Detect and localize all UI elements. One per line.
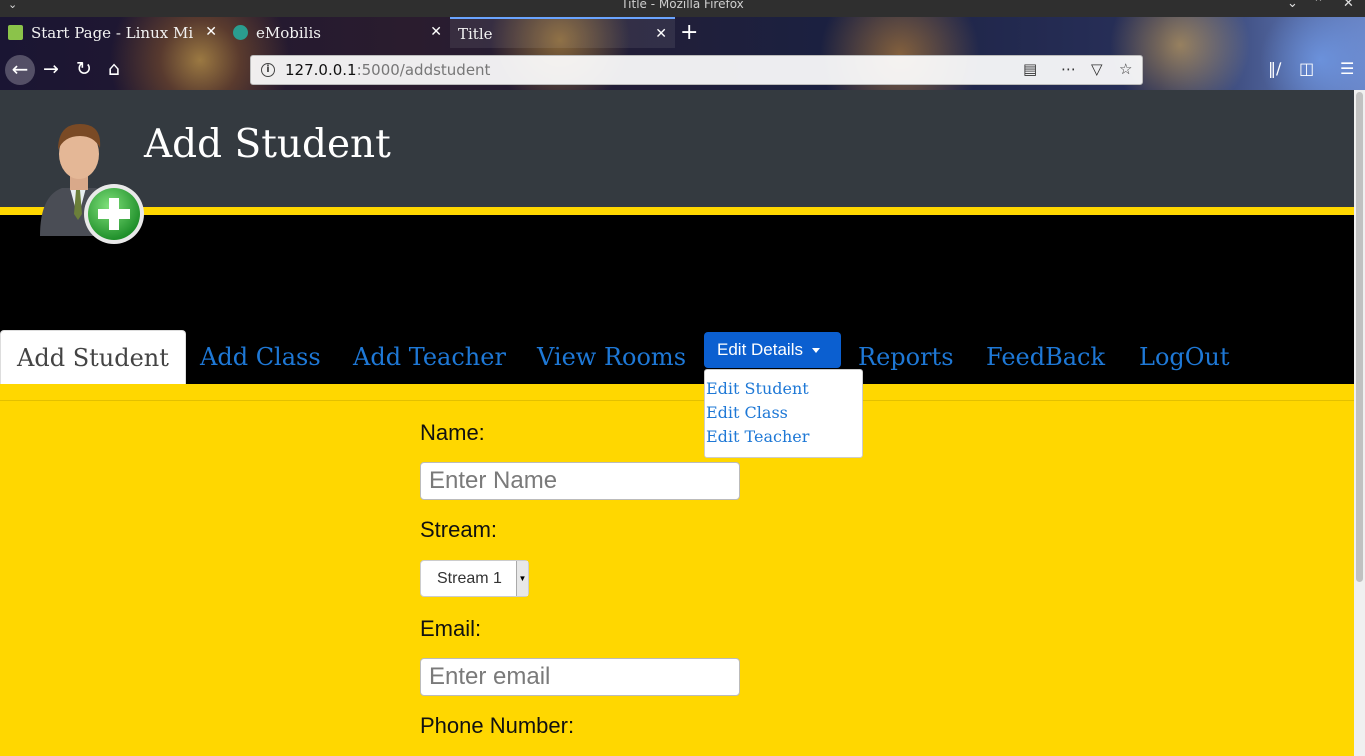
phone-label: Phone Number:	[420, 713, 575, 738]
sidebar-icon[interactable]: ◫	[1299, 59, 1314, 78]
library-icon[interactable]: ‖∕	[1268, 59, 1281, 78]
menu-edit-teacher[interactable]: Edit Teacher	[705, 425, 862, 449]
menu-edit-student[interactable]: Edit Student	[705, 377, 862, 401]
nav-add-class[interactable]: Add Class	[200, 330, 321, 384]
nav-logout[interactable]: LogOut	[1139, 330, 1230, 384]
bookmark-star-icon[interactable]: ☆	[1119, 60, 1132, 78]
edit-details-dropdown[interactable]: Edit Details	[704, 332, 841, 368]
page-scrollbar[interactable]	[1354, 90, 1365, 756]
nav-add-student[interactable]: Add Student	[0, 330, 186, 384]
nav-view-rooms[interactable]: View Rooms	[537, 330, 686, 384]
tab-label: Start Page - Linux Mi	[31, 23, 194, 42]
select-arrow-icon: ▼	[516, 561, 528, 596]
dropdown-label: Edit Details	[717, 340, 803, 359]
tab-start-page[interactable]: Start Page - Linux Mi ✕	[0, 17, 225, 48]
reload-icon[interactable]: ↻	[76, 58, 92, 80]
tab-title[interactable]: Title ✕	[450, 17, 675, 48]
nav-add-teacher[interactable]: Add Teacher	[353, 330, 506, 384]
page-viewport: Add Student Add Student Add Class Add Te…	[0, 90, 1354, 756]
menu-edit-class[interactable]: Edit Class	[705, 401, 862, 425]
tab-label: Title	[458, 24, 493, 43]
stream-value: Stream 1	[437, 569, 502, 587]
maximize-icon[interactable]: ⌃	[1313, 0, 1324, 11]
url-path: :5000/addstudent	[356, 61, 491, 79]
forward-arrow-icon[interactable]: →	[43, 58, 59, 80]
close-tab-icon[interactable]: ✕	[205, 24, 217, 40]
email-label: Email:	[420, 616, 482, 641]
linux-mint-icon	[8, 25, 23, 40]
page-actions-icon[interactable]: ⋯	[1061, 60, 1076, 78]
divider	[0, 400, 1354, 401]
tab-label: eMobilis	[256, 23, 321, 42]
nav-feedback[interactable]: FeedBack	[986, 330, 1105, 384]
globe-icon	[233, 25, 248, 40]
edit-details-menu: Edit Student Edit Class Edit Teacher	[704, 369, 863, 458]
home-icon[interactable]: ⌂	[108, 58, 120, 80]
minimize-icon[interactable]: ⌄	[1287, 0, 1298, 11]
stream-select[interactable]: Stream 1 ▼	[420, 560, 529, 597]
email-input[interactable]	[420, 658, 740, 696]
name-input[interactable]	[420, 462, 740, 500]
close-window-icon[interactable]: ✕	[1343, 0, 1354, 11]
new-tab-icon[interactable]: +	[680, 20, 698, 45]
url-host: 127.0.0.1	[285, 61, 357, 79]
reader-view-icon[interactable]: ▤	[1023, 60, 1037, 78]
hamburger-menu-icon[interactable]: ☰	[1340, 59, 1354, 78]
info-icon[interactable]: i	[261, 63, 275, 77]
nav-reports[interactable]: Reports	[858, 330, 954, 384]
tab-emobilis[interactable]: eMobilis ✕	[225, 17, 450, 48]
add-user-icon	[40, 124, 144, 244]
scrollbar-thumb[interactable]	[1356, 92, 1363, 582]
stream-label: Stream:	[420, 517, 498, 542]
header-stripe	[0, 207, 1354, 215]
window-title: Title - Mozilla Firefox	[621, 0, 744, 11]
page-title: Add Student	[144, 122, 391, 167]
main-nav: Add Student Add Class Add Teacher View R…	[0, 330, 1354, 384]
back-arrow-icon[interactable]: ←	[5, 55, 35, 85]
pocket-icon[interactable]: ▽	[1091, 60, 1103, 78]
window-titlebar: ⌄ Title - Mozilla Firefox ⌄ ⌃ ✕	[0, 0, 1365, 17]
caret-down-icon	[811, 347, 820, 353]
form-area: Name: Stream: Stream 1 ▼ Email: Phone Nu…	[0, 384, 1354, 756]
name-label: Name:	[420, 420, 485, 445]
url-bar[interactable]: i 127.0.0.1:5000/addstudent ▤ ⋯ ▽ ☆	[250, 55, 1143, 85]
close-tab-icon[interactable]: ✕	[430, 24, 442, 40]
browser-chrome: ⌄ Title - Mozilla Firefox ⌄ ⌃ ✕ Start Pa…	[0, 0, 1365, 90]
close-tab-icon[interactable]: ✕	[655, 26, 667, 42]
